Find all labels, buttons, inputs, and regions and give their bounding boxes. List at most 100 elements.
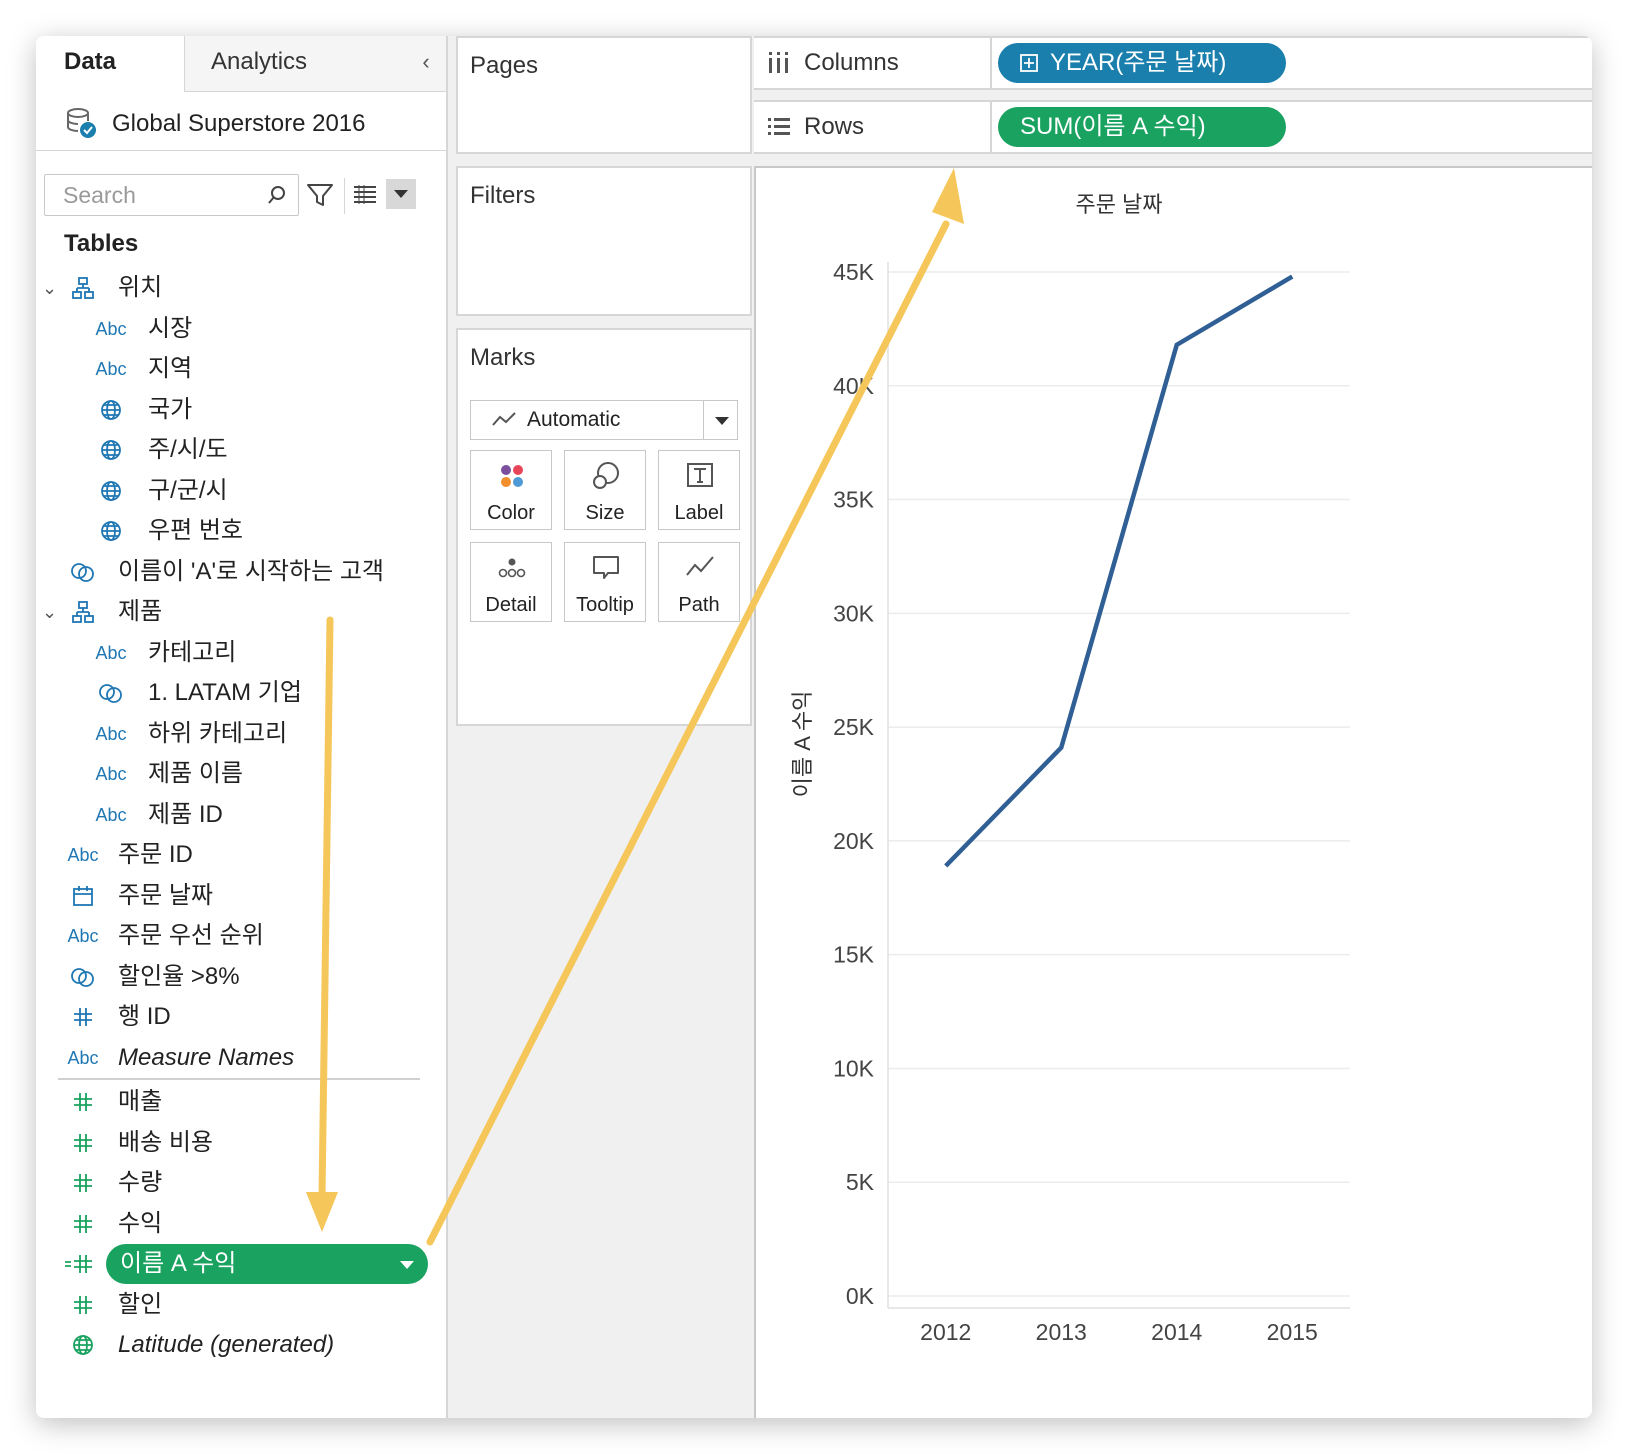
measures-divider [58,1078,420,1080]
field-row[interactable]: ⌄ 제품 [36,592,446,632]
globe-icon [94,394,128,426]
database-connected-icon [67,108,96,138]
number-icon [66,1289,100,1321]
tableau-window: Data Analytics ‹ Global Superstore 2016 … [36,36,1592,1418]
field-row[interactable]: 주/시/도 [36,430,446,470]
label-button[interactable]: Label [658,450,740,530]
string-type-icon: Abc [95,723,127,744]
field-row[interactable]: 매출 [36,1082,446,1122]
columns-pill[interactable]: YEAR(주문 날짜) [998,43,1286,83]
columns-pill-label: YEAR(주문 날짜) [1050,49,1227,76]
field-row[interactable]: Latitude (generated) [36,1325,446,1365]
field-row[interactable]: 국가 [36,390,446,430]
tables-header: Tables [64,230,139,257]
list-view-icon[interactable] [352,182,378,208]
pages-card[interactable]: Pages [456,36,752,154]
number-icon [66,1167,100,1199]
number-icon [66,1001,100,1033]
path-button[interactable]: Path [658,542,740,622]
size-button[interactable]: Size [564,450,646,530]
chevron-down-icon[interactable]: ⌄ [42,598,57,626]
y-tick-label: 45K [833,259,875,285]
field-label: 제품 [118,598,163,625]
x-tick-label: 2013 [1036,1319,1087,1345]
tab-analytics[interactable]: Analytics [184,36,446,92]
field-label: 할인 [118,1290,163,1318]
string-type-icon: Abc [95,642,127,663]
chevron-down-icon[interactable]: ⌄ [42,274,57,302]
selected-measure-pill[interactable]: 이름 A 수익 [106,1244,428,1284]
mark-type-dropdown[interactable]: Automatic [470,400,738,440]
field-label: 이름이 'A'로 시작하는 고객 [118,557,384,585]
field-row[interactable]: 수익 [36,1204,446,1244]
field-row[interactable]: Abc 시장 [36,309,446,349]
field-row[interactable]: 수량 [36,1163,446,1203]
field-row[interactable]: Abc 제품 이름 [36,754,446,794]
size-label: Size [585,502,625,524]
field-row[interactable]: Abc Measure Names [36,1038,446,1078]
columns-shelf-label: Columns [754,38,992,88]
y-tick-label: 10K [833,1055,875,1081]
field-row[interactable]: 행 ID [36,997,446,1037]
number-icon [66,1208,100,1240]
filters-card[interactable]: Filters [456,166,752,316]
string-type-icon: Abc [67,845,99,865]
rows-shelf-label: Rows [754,102,992,152]
field-row[interactable]: 할인율 >8% [36,957,446,997]
y-tick-label: 20K [833,828,875,854]
rows-icon [768,118,790,135]
detail-label: Detail [485,594,537,616]
field-row[interactable]: Abc 주문 ID [36,835,446,875]
path-label: Path [678,594,720,616]
string-type-icon: Abc [95,359,127,379]
view-options-dropdown[interactable] [386,179,416,209]
columns-icon [769,52,788,73]
marks-card-title: Marks [470,344,536,371]
expand-plus-icon[interactable] [1020,54,1038,72]
rows-shelf[interactable]: Rows SUM(이름 A 수익) [754,100,1592,154]
field-row[interactable]: Abc 지역 [36,349,446,389]
field-row[interactable]: 이름이 'A'로 시작하는 고객 [36,552,446,592]
tooltip-label: Tooltip [576,594,634,616]
divider [344,178,345,214]
field-row[interactable]: 주문 날짜 [36,876,446,916]
number-icon [66,1086,100,1118]
field-row[interactable]: 구/군/시 [36,471,446,511]
chevron-left-icon[interactable]: ‹ [414,50,438,74]
field-row[interactable]: 할인 [36,1285,446,1325]
hierarchy-icon [66,272,100,304]
search-placeholder: Search [63,182,136,208]
rows-pill-label: SUM(이름 A 수익) [1020,113,1206,140]
pane-tabs: Data Analytics ‹ [36,36,446,92]
chart-view[interactable]: 주문 날짜 0K 5K 10K 15K 20K 25K 30K 35K 40K 45K 2012 201… [754,166,1592,1418]
color-button[interactable]: Color [470,450,552,530]
datasource[interactable]: Global Superstore 2016 [64,102,434,146]
field-row[interactable]: Abc 제품 ID [36,795,446,835]
field-row[interactable]: 우편 번호 [36,511,446,551]
tab-data[interactable]: Data [36,36,184,92]
string-type-icon: Abc [67,926,99,946]
tooltip-button[interactable]: Tooltip [564,542,646,622]
filter-icon[interactable] [306,181,334,209]
columns-shelf[interactable]: Columns YEAR(주문 날짜) [754,36,1592,90]
field-label: 주문 날짜 [118,881,213,909]
field-row[interactable]: ⌄ 위치 [36,268,446,308]
field-label: 카테고리 [148,638,237,666]
hierarchy-icon [66,596,100,628]
field-label: 수익 [118,1209,163,1237]
y-tick-label: 5K [846,1169,875,1195]
field-row[interactable]: Abc 하위 카테고리 [36,714,446,754]
string-type-icon: Abc [67,1047,99,1068]
chevron-down-icon [715,417,729,425]
field-row[interactable]: Abc 카테고리 [36,633,446,673]
detail-button[interactable]: Detail [470,542,552,622]
search-input[interactable]: Search [44,174,299,216]
chevron-down-icon[interactable] [400,1261,414,1269]
worksheet-area: Columns YEAR(주문 날짜) Rows SUM(이름 A 수익) 주문… [754,36,1592,1418]
field-row[interactable]: 1. LATAM 기업 [36,673,446,713]
field-row[interactable]: 배송 비용 [36,1123,446,1163]
x-tick-label: 2012 [920,1319,971,1345]
field-label: 주/시/도 [148,436,228,463]
field-row[interactable]: Abc 주문 우선 순위 [36,916,446,956]
rows-pill[interactable]: SUM(이름 A 수익) [998,107,1286,147]
